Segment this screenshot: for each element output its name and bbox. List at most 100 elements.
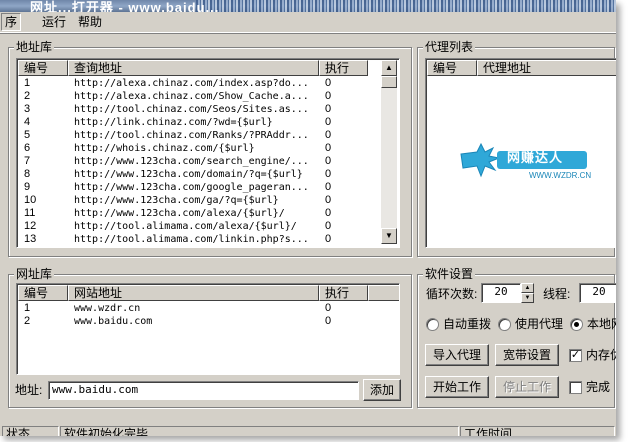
logo-subtext: WWW.WZDR.CN [529,171,592,180]
title-bar-pattern [196,0,616,12]
spin-down-icon[interactable]: ▼ [521,293,534,303]
table-cell: http://alexa.chinaz.com/Show_Cache.a... [74,91,309,102]
address-input[interactable]: www.baidu.com [48,381,359,400]
table-cell: 0 [325,116,332,128]
menu-bar: 序 运行 帮助 [0,12,616,33]
col-proxy-id[interactable]: 编号 [427,60,477,76]
table-cell: http://www.123cha.com/ga/?q={$url} [74,195,279,206]
table-row[interactable]: 6 http://whois.chinaz.com/{$url} 0 [18,142,368,155]
logo-text: 网赚达人 [507,150,564,165]
col-proxy-address[interactable]: 代理地址 [477,60,616,76]
address-library-list[interactable]: 编号 查询地址 执行 1 http://alexa.chinaz.com/inde… [16,58,400,248]
memory-opt-label: 内存优化 [586,348,616,362]
add-button[interactable]: 添加 [363,379,401,401]
table-row[interactable]: 5 http://tool.chinaz.com/Ranks/?PRAddr...… [18,129,368,142]
table-cell: 0 [325,220,332,232]
add-button-label: 添加 [369,383,394,397]
status-bar: 状态 软件初始化完毕... 工作时间 [0,424,616,436]
col-site-url[interactable]: 网站地址 [68,285,319,301]
radio-local[interactable] [570,318,583,331]
url-library-list[interactable]: 编号 网站地址 执行 1 www.wzdr.cn 0 2 www.baidu.com 0 [16,283,400,375]
spin-up-icon[interactable]: ▲ [521,283,534,293]
col-url-exec[interactable]: 执行 [319,285,368,301]
table-row[interactable]: 3 http://tool.chinaz.com/Seos/Sites.as...… [18,103,368,116]
table-cell: 0 [325,233,332,245]
table-cell: 7 [24,155,31,167]
table-row[interactable]: 10 http://www.123cha.com/ga/?q={$url} 0 [18,194,368,207]
table-row[interactable]: 4 http://link.chinaz.com/?wd={$url} 0 [18,116,368,129]
address-label: 地址: [15,383,43,397]
radio-use-proxy[interactable] [498,318,511,331]
table-cell: 0 [325,90,332,102]
table-cell: 2 [24,90,31,102]
table-cell: 1 [24,302,31,314]
table-cell: http://www.123cha.com/alexa/{$url}/ [74,208,285,219]
table-row[interactable]: 12 http://tool.alimama.com/alexa/{$url}/ 0 [18,220,368,233]
table-cell: 3 [24,103,31,115]
col-query-url[interactable]: 查询地址 [68,60,319,76]
table-row[interactable]: 11 http://www.123cha.com/alexa/{$url}/ 0 [18,207,368,220]
complete-label: 完成 [586,380,611,394]
table-cell: 0 [325,77,332,89]
main-window: 网址...打开器 - www.baidu... 序 运行 帮助 地址库 编号 查… [0,0,616,436]
table-row[interactable]: 1 http://alexa.chinaz.com/index.asp?do...… [18,77,368,90]
status-label: 状态 [2,426,59,436]
table-cell: 0 [325,103,332,115]
table-cell: 10 [24,194,37,206]
start-work-button[interactable]: 开始工作 [425,376,489,398]
table-cell: 0 [325,207,332,219]
table-row[interactable]: 1 www.wzdr.cn 0 [18,302,368,315]
address-library-label: 地址库 [14,40,55,54]
scroll-thumb[interactable] [381,76,397,88]
title-bar[interactable]: 网址...打开器 - www.baidu... [0,0,616,12]
radio-auto-redial[interactable] [426,318,439,331]
address-list-body: 1 http://alexa.chinaz.com/index.asp?do...… [18,77,368,246]
scroll-up-icon[interactable]: ▲ [381,60,397,76]
loop-count-label: 循环次数: [426,287,478,301]
thread-input[interactable]: 20 [579,283,616,303]
loop-count-input[interactable]: 20 [481,283,521,303]
complete-checkbox[interactable] [569,381,582,394]
table-cell: http://www.123cha.com/domain/?q={$url} [74,169,303,180]
scroll-down-icon[interactable]: ▼ [381,228,397,244]
menu-run[interactable]: 运行 [39,14,69,30]
table-row[interactable]: 2 www.baidu.com 0 [18,315,368,328]
table-row[interactable]: 13 http://tool.alimama.com/linkin.php?s..… [18,233,368,246]
table-cell: 0 [325,129,332,141]
import-proxy-button[interactable]: 导入代理 [425,344,489,366]
address-list-header: 编号 查询地址 执行 [18,60,368,76]
col-url-id[interactable]: 编号 [18,285,68,301]
stop-work-button[interactable]: 停止工作 [495,376,559,398]
radio-use-proxy-label: 使用代理 [515,317,564,331]
broadband-settings-button[interactable]: 宽带设置 [495,344,559,366]
menu-help[interactable]: 帮助 [75,14,105,30]
address-list-scrollbar[interactable]: ▲ ▼ [381,60,397,244]
memory-opt-checkbox[interactable]: ✓ [569,349,582,362]
table-cell: http://link.chinaz.com/?wd={$url} [74,117,273,128]
window-title: 网址...打开器 - www.baidu... [30,0,220,12]
col-id[interactable]: 编号 [18,60,68,76]
table-cell: 8 [24,168,31,180]
status-message: 软件初始化完毕... [60,426,459,436]
table-cell: 0 [325,194,332,206]
table-cell: 0 [325,181,332,193]
table-cell: http://whois.chinaz.com/{$url} [74,143,255,154]
table-row[interactable]: 9 http://www.123cha.com/google_pageran...… [18,181,368,194]
radio-auto-redial-label: 自动重拨 [443,317,492,331]
table-cell: 1 [24,77,31,89]
table-cell: 12 [24,220,37,232]
col-exec[interactable]: 执行 [319,60,368,76]
table-cell: 0 [325,142,332,154]
url-list-header: 编号 网站地址 执行 [18,285,399,301]
table-row[interactable]: 8 http://www.123cha.com/domain/?q={$url} 0 [18,168,368,181]
table-row[interactable]: 7 http://www.123cha.com/search_engine/...… [18,155,368,168]
broadband-settings-label: 宽带设置 [502,348,551,362]
proxy-list-header: 编号 代理地址 [427,60,616,76]
table-cell: 0 [325,302,332,314]
radio-local-label: 本地网 [587,317,616,331]
menu-program[interactable]: 序 [1,13,22,31]
table-cell: http://tool.chinaz.com/Seos/Sites.as... [74,104,309,115]
table-row[interactable]: 2 http://alexa.chinaz.com/Show_Cache.a...… [18,90,368,103]
loop-count-spinner[interactable]: ▲ ▼ [521,283,534,303]
url-library-label: 网址库 [14,267,55,281]
